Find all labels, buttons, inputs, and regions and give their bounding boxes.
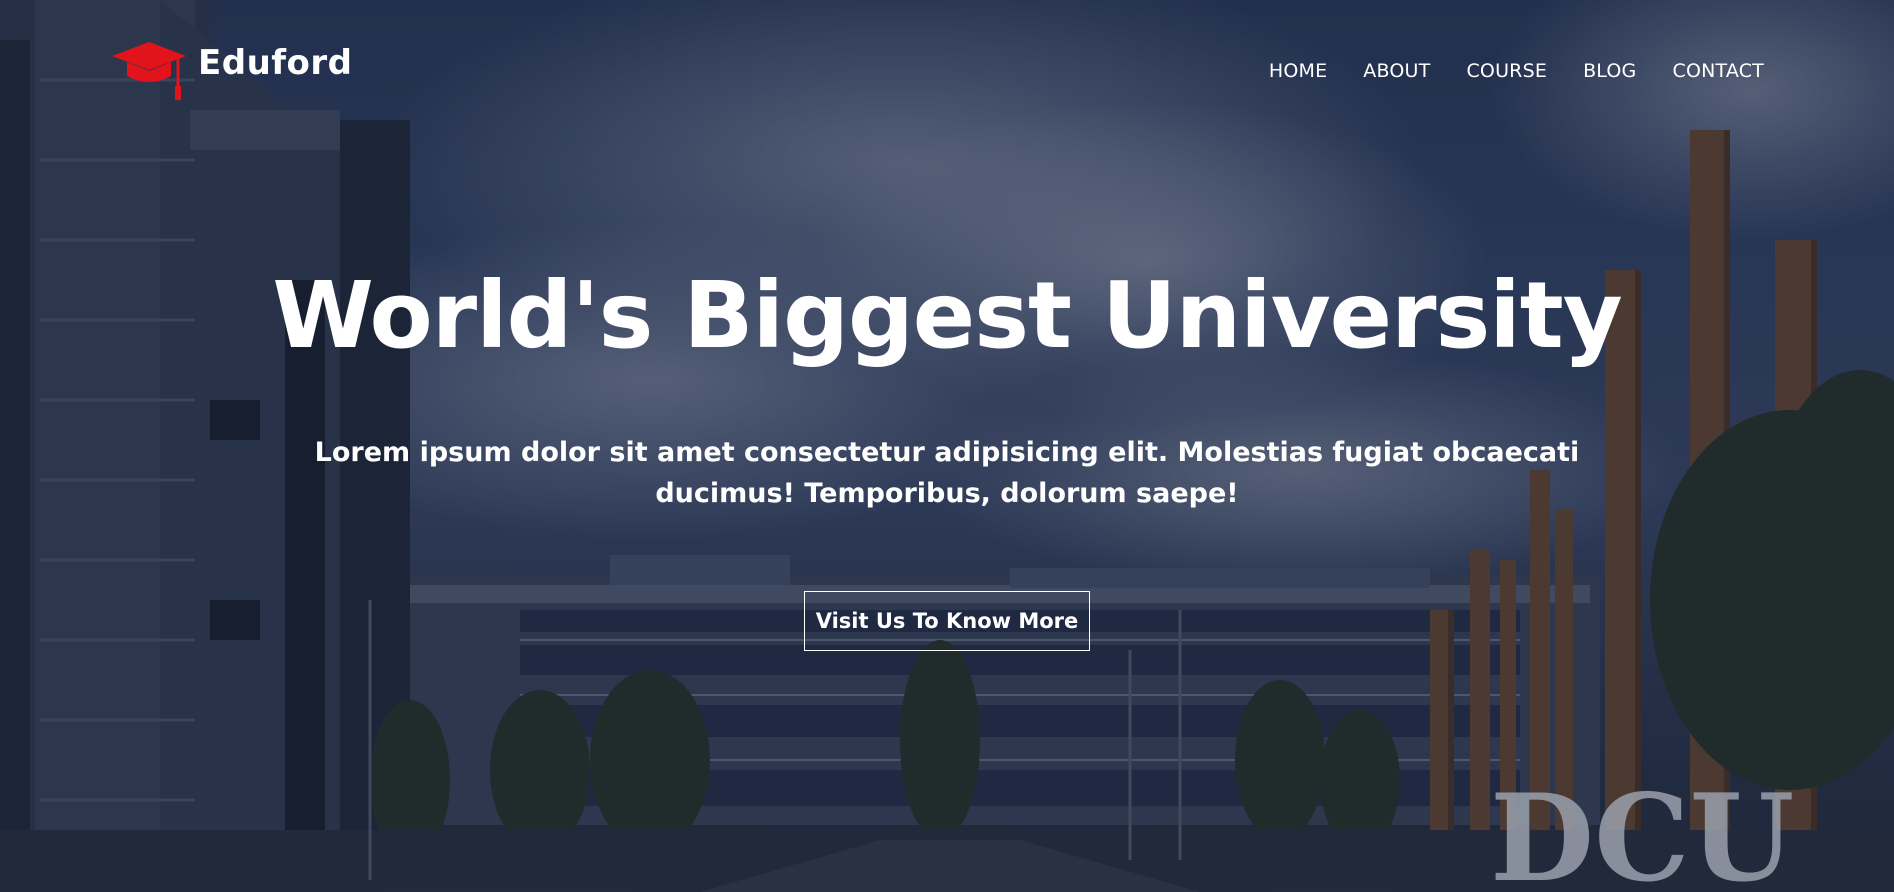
nav-blog[interactable]: BLOG (1583, 60, 1636, 82)
brand-logo[interactable]: Eduford (112, 38, 353, 102)
nav-home[interactable]: HOME (1269, 60, 1327, 82)
hero-subtitle: Lorem ipsum dolor sit amet consectetur a… (314, 437, 1580, 509)
hero-title: World's Biggest University (272, 262, 1622, 369)
hero-section: DCU Eduford HOME ABOUT COURSE BLOG CONTA… (0, 0, 1894, 892)
nav-contact[interactable]: CONTACT (1672, 60, 1764, 82)
visit-us-button[interactable]: Visit Us To Know More (804, 591, 1090, 651)
brand-name: Eduford (198, 43, 353, 83)
nav-course[interactable]: COURSE (1466, 60, 1547, 82)
main-nav: HOME ABOUT COURSE BLOG CONTACT (1233, 60, 1764, 82)
nav-about[interactable]: ABOUT (1363, 60, 1430, 82)
svg-text:DCU: DCU (1490, 768, 1794, 892)
graduation-cap-icon (112, 42, 186, 100)
dcu-sign: DCU (1490, 768, 1794, 892)
